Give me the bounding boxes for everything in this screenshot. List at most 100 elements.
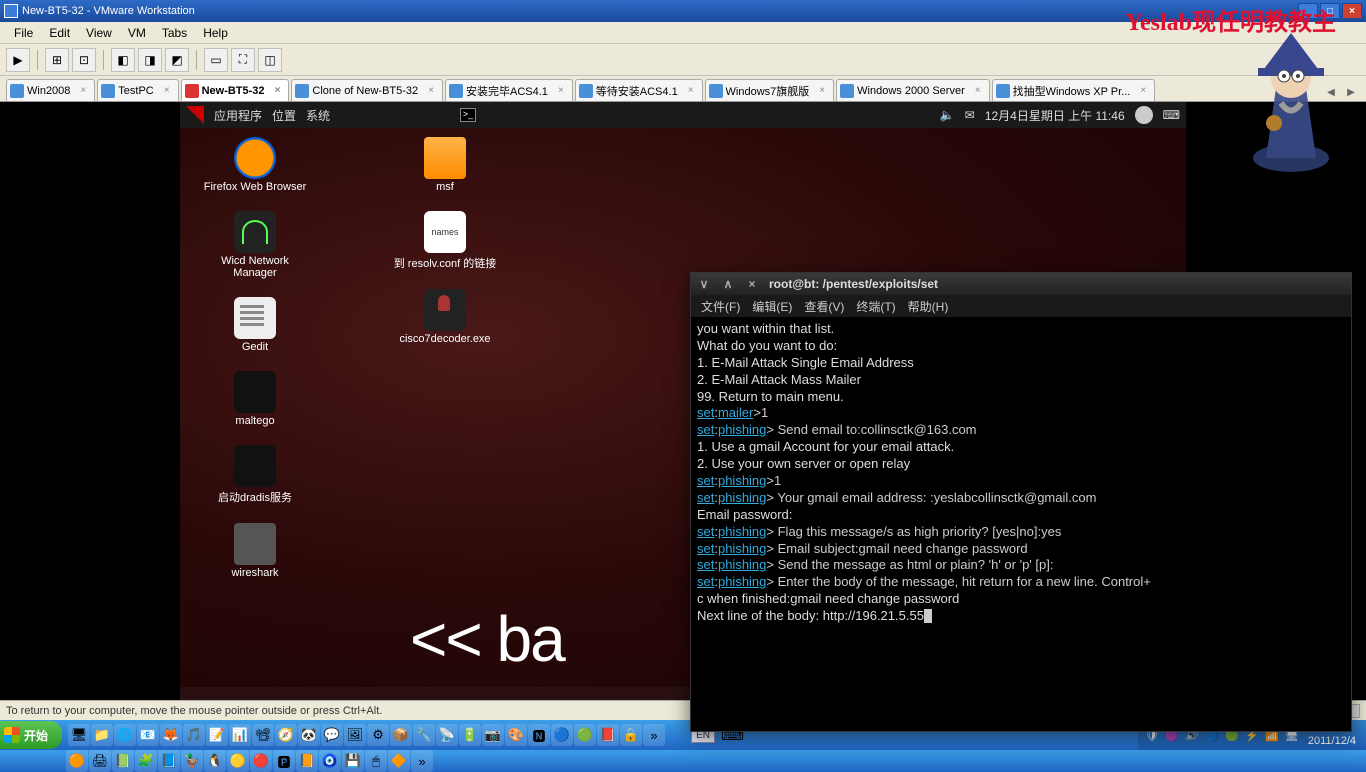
ql-icon[interactable]: 🔴: [250, 750, 272, 772]
tb-btn[interactable]: ⊞: [45, 48, 69, 72]
backtrack-logo-icon[interactable]: [186, 106, 204, 124]
power-on-button[interactable]: ▶: [6, 48, 30, 72]
ql-icon[interactable]: 🟠: [66, 750, 88, 772]
ql-icon[interactable]: 🧭: [275, 724, 297, 746]
ql-icon[interactable]: 📗: [112, 750, 134, 772]
tab-win2008[interactable]: Win2008×: [6, 79, 95, 101]
ql-icon[interactable]: 🧿: [319, 750, 341, 772]
ql-icon[interactable]: 📽: [252, 724, 274, 746]
close-icon[interactable]: ×: [275, 85, 281, 96]
close-icon[interactable]: ×: [80, 85, 86, 96]
tab-acs-done[interactable]: 安装完毕ACS4.1×: [445, 79, 573, 101]
tab-clone-bt5[interactable]: Clone of New-BT5-32×: [291, 79, 443, 101]
tb-btn[interactable]: ◩: [165, 48, 189, 72]
tb-btn[interactable]: ▭: [204, 48, 228, 72]
ql-icon[interactable]: »: [411, 750, 433, 772]
ql-icon[interactable]: 📡: [436, 724, 458, 746]
close-icon[interactable]: ×: [975, 85, 981, 96]
term-min-icon[interactable]: ∨: [697, 277, 711, 291]
tab-win2000[interactable]: Windows 2000 Server×: [836, 79, 989, 101]
close-icon[interactable]: ×: [164, 85, 170, 96]
menu-file[interactable]: File: [6, 24, 41, 42]
ql-icon[interactable]: 💬: [321, 724, 343, 746]
term-menu-file[interactable]: 文件(F): [697, 298, 744, 315]
mail-icon[interactable]: ✉: [965, 108, 975, 122]
ql-icon[interactable]: 🅿: [273, 750, 295, 772]
ql-icon[interactable]: 💾: [342, 750, 364, 772]
ql-icon[interactable]: 🔶: [388, 750, 410, 772]
vm-display[interactable]: 应用程序 位置 系统 >_ 🔈 ✉ 12月4日星期日 上午 11:46 ⌨ Fi…: [0, 102, 1366, 700]
panel-menu-system[interactable]: 系统: [306, 107, 330, 124]
close-button[interactable]: ×: [1342, 3, 1362, 19]
panel-clock[interactable]: 12月4日星期日 上午 11:46: [985, 107, 1125, 124]
unity-button[interactable]: ◫: [258, 48, 282, 72]
desktop-icon-folder[interactable]: msf: [380, 137, 510, 193]
ql-icon[interactable]: 📕: [597, 724, 619, 746]
ql-icon[interactable]: 🖥: [68, 724, 90, 746]
keyboard-icon[interactable]: ⌨: [1163, 108, 1180, 122]
term-menu-terminal[interactable]: 终端(T): [852, 298, 899, 315]
panel-menu-places[interactable]: 位置: [272, 107, 296, 124]
close-icon[interactable]: ×: [558, 85, 564, 96]
close-icon[interactable]: ×: [819, 85, 825, 96]
user-icon[interactable]: [1135, 106, 1153, 124]
ql-icon[interactable]: 🦊: [160, 724, 182, 746]
ql-icon[interactable]: 🔧: [413, 724, 435, 746]
snapshot-button[interactable]: ◧: [111, 48, 135, 72]
ql-icon[interactable]: 📙: [296, 750, 318, 772]
menu-vm[interactable]: VM: [120, 24, 154, 42]
ql-icon[interactable]: 🖱: [365, 750, 387, 772]
guest-desktop[interactable]: 应用程序 位置 系统 >_ 🔈 ✉ 12月4日星期日 上午 11:46 ⌨ Fi…: [180, 102, 1186, 687]
ql-icon[interactable]: 📁: [91, 724, 113, 746]
term-max-icon[interactable]: ∧: [721, 277, 735, 291]
term-close-icon[interactable]: ×: [745, 277, 759, 291]
ql-icon[interactable]: »: [643, 724, 665, 746]
menu-edit[interactable]: Edit: [41, 24, 78, 42]
menu-help[interactable]: Help: [195, 24, 236, 42]
tb-btn[interactable]: ⊡: [72, 48, 96, 72]
ql-icon[interactable]: 📘: [158, 750, 180, 772]
panel-menu-apps[interactable]: 应用程序: [214, 107, 262, 124]
fullscreen-button[interactable]: ⛶: [231, 48, 255, 72]
ql-icon[interactable]: 🔵: [551, 724, 573, 746]
terminal-launcher-icon[interactable]: >_: [460, 108, 476, 122]
tab-winxp[interactable]: 找抽型Windows XP Pr...×: [992, 79, 1156, 101]
ql-icon[interactable]: 📝: [206, 724, 228, 746]
ql-icon[interactable]: 🟢: [574, 724, 596, 746]
ql-icon[interactable]: 🎵: [183, 724, 205, 746]
ql-icon[interactable]: 🎨: [505, 724, 527, 746]
ql-icon[interactable]: 📦: [390, 724, 412, 746]
desktop-icon-ws[interactable]: wireshark: [190, 523, 320, 579]
terminal-titlebar[interactable]: ∨ ∧ × root@bt: /pentest/exploits/set: [691, 273, 1351, 295]
desktop-icon-dradis[interactable]: 启动dradis服务: [190, 445, 320, 505]
tab-acs-wait[interactable]: 等待安装ACS4.1×: [575, 79, 703, 101]
ql-icon[interactable]: 📊: [229, 724, 251, 746]
tb-btn[interactable]: ◨: [138, 48, 162, 72]
close-icon[interactable]: ×: [688, 85, 694, 96]
ql-icon[interactable]: 📧: [137, 724, 159, 746]
term-menu-view[interactable]: 查看(V): [800, 298, 848, 315]
tab-new-bt5-32[interactable]: New-BT5-32×: [181, 79, 290, 101]
close-icon[interactable]: ×: [1140, 85, 1146, 96]
ql-icon[interactable]: 🅽: [528, 724, 550, 746]
desktop-icon-wine[interactable]: cisco7decoder.exe: [380, 289, 510, 345]
ql-icon[interactable]: 🦆: [181, 750, 203, 772]
ql-icon[interactable]: 🌐: [114, 724, 136, 746]
menu-tabs[interactable]: Tabs: [154, 24, 195, 42]
desktop-icon-net[interactable]: Wicd Network Manager: [190, 211, 320, 279]
close-icon[interactable]: ×: [428, 85, 434, 96]
ql-icon[interactable]: 🔋: [459, 724, 481, 746]
ql-icon[interactable]: 🧩: [135, 750, 157, 772]
ql-icon[interactable]: 📷: [482, 724, 504, 746]
ql-icon[interactable]: 🟡: [227, 750, 249, 772]
terminal-body[interactable]: you want within that list. What do you w…: [691, 317, 1351, 731]
start-button[interactable]: 开始: [0, 721, 62, 749]
tab-testpc[interactable]: TestPC×: [97, 79, 178, 101]
ql-icon[interactable]: 🖼: [344, 724, 366, 746]
desktop-icon-txt[interactable]: names到 resolv.conf 的链接: [380, 211, 510, 271]
ql-icon[interactable]: 🐧: [204, 750, 226, 772]
term-menu-help[interactable]: 帮助(H): [904, 298, 953, 315]
desktop-icon-ff[interactable]: Firefox Web Browser: [190, 137, 320, 193]
ql-icon[interactable]: 🖨: [89, 750, 111, 772]
ql-icon[interactable]: 🐼: [298, 724, 320, 746]
